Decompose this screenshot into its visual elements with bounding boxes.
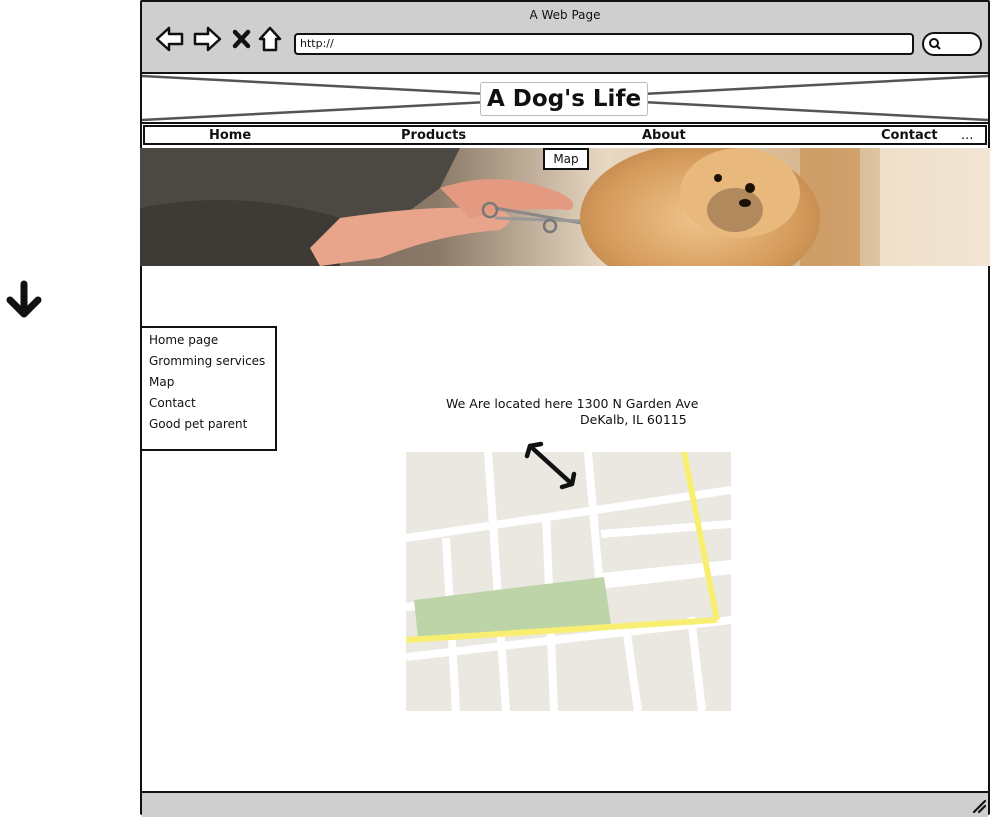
sidebar-item-contact[interactable]: Contact — [149, 395, 196, 411]
sidebar-item-grooming-services[interactable]: Gromming services — [149, 353, 265, 369]
nav-item-about[interactable]: About — [642, 128, 686, 144]
search-field[interactable] — [922, 32, 982, 56]
browser-toolbar: A Web Page http:// — [142, 2, 988, 74]
browser-window: A Web Page http:// A Dog's Life Home Pro… — [140, 0, 990, 817]
sidebar-menu: Home page Gromming services Map Contact … — [140, 326, 277, 451]
nav-item-home[interactable]: Home — [209, 128, 251, 144]
sidebar-item-home-page[interactable]: Home page — [149, 332, 218, 348]
resize-grip-icon[interactable] — [972, 799, 986, 813]
nav-more[interactable]: ... — [961, 128, 973, 144]
window-title: A Web Page — [529, 8, 601, 22]
back-icon[interactable] — [154, 24, 186, 54]
nav-item-contact[interactable]: Contact — [881, 128, 938, 144]
location-address-line2: DeKalb, IL 60115 — [580, 412, 687, 427]
header-banner: A Dog's Life — [142, 74, 988, 124]
browser-statusbar — [142, 791, 988, 817]
sidebar-item-map[interactable]: Map — [149, 374, 174, 390]
scroll-down-arrow-icon[interactable] — [4, 280, 44, 322]
stop-icon[interactable] — [231, 24, 253, 54]
drag-resize-arrow-icon[interactable] — [522, 438, 584, 498]
forward-icon[interactable] — [191, 24, 223, 54]
home-icon[interactable] — [257, 24, 283, 54]
main-navbar: Home Products About Contact ... — [143, 125, 987, 145]
url-input[interactable]: http:// — [294, 33, 914, 55]
sidebar-item-good-pet-parent[interactable]: Good pet parent — [149, 416, 247, 432]
location-address-line1: We Are located here 1300 N Garden Ave — [446, 396, 699, 411]
nav-item-products[interactable]: Products — [401, 128, 466, 144]
search-icon — [929, 38, 941, 50]
nav-dropdown-map[interactable]: Map — [543, 148, 589, 170]
site-title: A Dog's Life — [480, 82, 649, 116]
